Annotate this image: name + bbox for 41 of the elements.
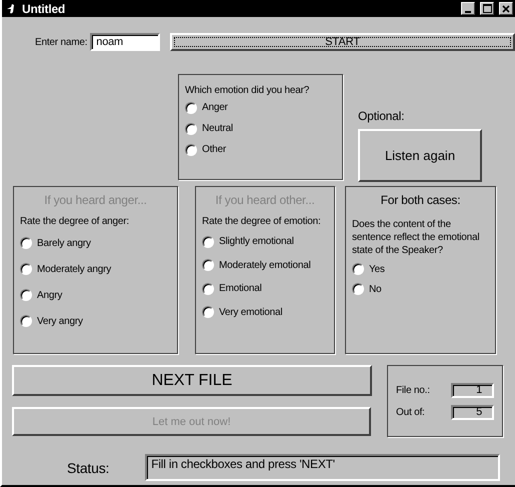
name-label: Enter name: <box>35 36 88 48</box>
close-icon <box>502 4 510 12</box>
listen-again-button[interactable]: Listen again <box>358 129 482 182</box>
radio-label: Slightly emotional <box>219 236 294 248</box>
radio-label: Moderately emotional <box>219 260 311 271</box>
radio-button[interactable] <box>185 144 197 156</box>
radio-label: Barely angry <box>37 238 91 248</box>
radio-button[interactable] <box>185 102 197 114</box>
close-button[interactable] <box>499 2 513 15</box>
maximize-icon <box>482 4 492 13</box>
counter-label: Out of: <box>396 406 425 418</box>
radio-button[interactable] <box>185 122 197 134</box>
radio-label: Emotional <box>219 283 262 294</box>
radio-label: Yes <box>369 264 385 274</box>
question-text: Rate the degree of anger: <box>20 215 130 228</box>
panel-title: For both cases: <box>380 193 462 207</box>
maximize-button[interactable] <box>480 2 494 15</box>
minimize-icon <box>465 10 471 12</box>
question-text: Which emotion did you hear? <box>185 85 310 96</box>
panel-title: If you heard other... <box>214 193 316 207</box>
radio-label: No <box>369 284 382 294</box>
radio-label: Very angry <box>37 316 83 326</box>
minimize-button[interactable] <box>461 2 475 15</box>
radio-label: Other <box>202 144 226 155</box>
radio-label: Neutral <box>202 123 233 134</box>
counter-label: File no.: <box>396 384 430 396</box>
panel-title: If you heard anger... <box>43 193 148 207</box>
radio-button[interactable] <box>352 263 364 275</box>
radio-label: Very emotional <box>219 306 282 318</box>
question-text: Does the content of the sentence reflect the emotional state of the Speaker? <box>352 218 480 257</box>
next-file-button[interactable]: NEXT FILE <box>12 365 372 396</box>
name-field[interactable]: noam <box>90 33 160 51</box>
radio-label: Anger <box>202 102 228 113</box>
radio-button[interactable] <box>352 283 364 295</box>
question-text: Rate the degree of emotion: <box>202 215 322 228</box>
optional-label: Optional: <box>358 109 406 123</box>
radio-label: Angry <box>37 290 62 300</box>
radio-label: Moderately angry <box>37 264 112 274</box>
window-title: Untitled <box>22 2 66 16</box>
status-label: Status: <box>67 460 110 476</box>
status-field: Fill in checkboxes and press 'NEXT' <box>145 454 500 481</box>
